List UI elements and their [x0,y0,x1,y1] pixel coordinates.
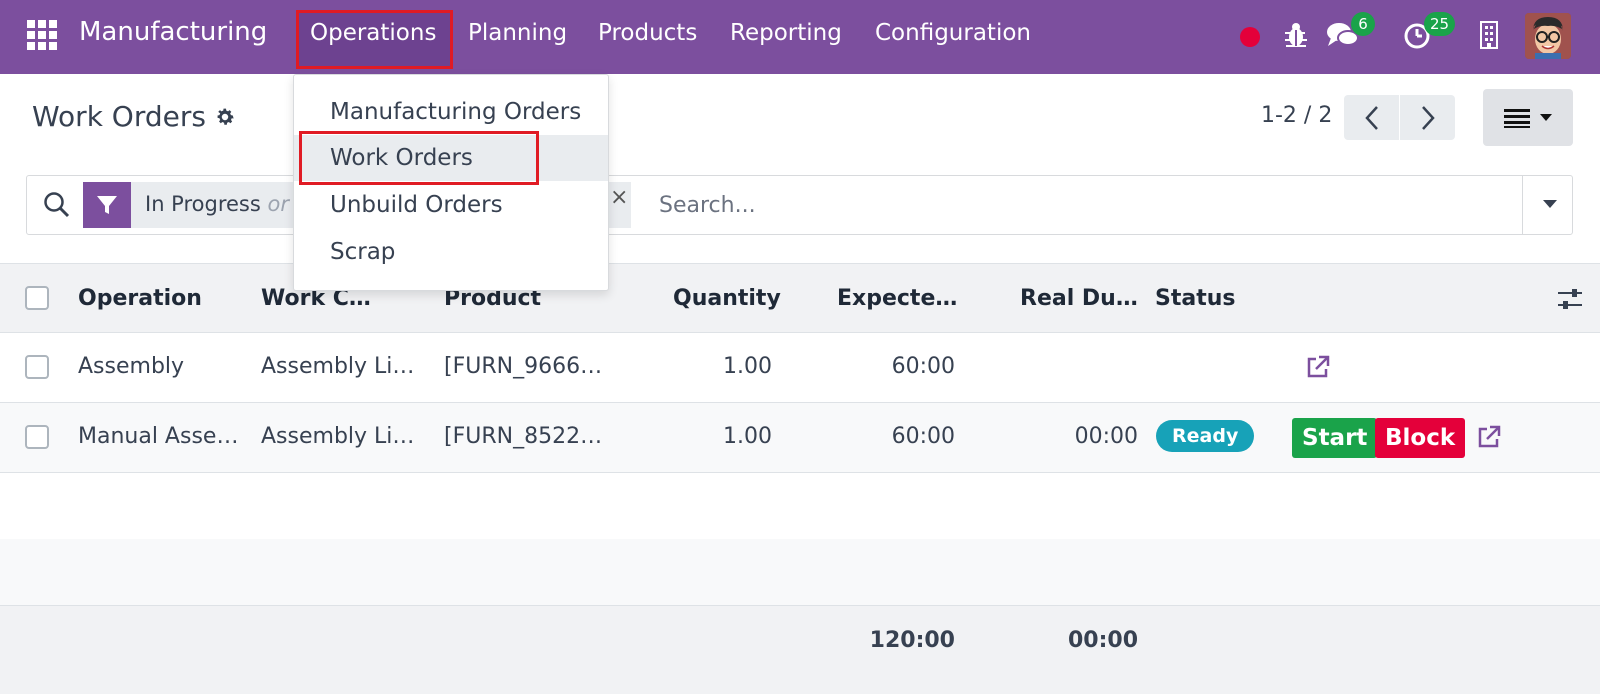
cell-work-center: Assembly Li… [261,354,415,379]
open-record-icon[interactable] [1476,424,1502,450]
app-name[interactable]: Manufacturing [79,17,267,47]
start-button[interactable]: Start [1292,418,1378,458]
total-expected-duration: 120:00 [869,628,955,653]
bug-icon[interactable] [1281,20,1311,50]
chat-count-badge: 6 [1351,12,1375,36]
filter-facet-or: or [267,192,289,216]
recording-indicator-icon[interactable] [1240,27,1260,47]
dropdown-item-unbuild-orders[interactable]: Unbuild Orders [294,182,608,228]
pager-next-button[interactable] [1400,95,1455,140]
cell-operation: Assembly [78,354,185,379]
empty-row [0,473,1600,543]
column-status[interactable]: Status [1155,286,1235,311]
top-navbar: Manufacturing Operations Planning Produc… [0,0,1600,74]
filter-facet-label: In Progress or [145,192,289,216]
table-footer-totals: 120:00 00:00 [0,605,1600,694]
row-checkbox[interactable] [25,355,49,379]
pager-value[interactable]: 1-2 / 2 [1261,103,1332,128]
cell-product: [FURN_9666… [444,354,603,379]
menu-planning[interactable]: Planning [468,20,567,46]
filter-facet-value: In Progress [145,192,261,216]
page-title[interactable]: Work Orders [32,100,206,133]
menu-reporting[interactable]: Reporting [730,20,842,46]
dropdown-item-manufacturing-orders[interactable]: Manufacturing Orders [294,89,608,135]
company-building-icon[interactable] [1478,20,1500,50]
row-checkbox[interactable] [25,425,49,449]
work-orders-list: Operation Work C… Product Quantity Expec… [0,263,1600,694]
menu-operations[interactable]: Operations [310,20,436,46]
cell-work-center: Assembly Li… [261,424,415,449]
search-options-toggle-icon[interactable] [1543,200,1557,208]
gear-icon[interactable] [214,106,236,128]
chevron-left-icon [1364,105,1378,130]
chevron-right-icon [1421,105,1435,130]
dropdown-item-scrap[interactable]: Scrap [294,229,608,275]
filter-icon [97,196,117,214]
search-divider [1522,176,1523,234]
search-bar: In Progress or × [26,175,1573,235]
cell-operation: Manual Asse… [78,424,239,449]
cell-quantity: 1.00 [723,354,772,379]
cell-expected-duration: 60:00 [891,424,955,449]
optional-columns-icon[interactable] [1557,286,1583,312]
status-badge: Ready [1156,420,1255,452]
filter-facet-icon-box [83,182,131,228]
open-record-icon[interactable] [1305,354,1331,380]
table-header: Operation Work C… Product Quantity Expec… [0,263,1600,333]
cell-quantity: 1.00 [723,424,772,449]
view-switcher-button[interactable] [1483,89,1573,146]
table-row[interactable]: Manual Asse… Assembly Li… [FURN_8522… 1.… [0,403,1600,473]
user-avatar[interactable] [1525,13,1571,59]
select-all-checkbox[interactable] [25,286,49,310]
table-row[interactable]: Assembly Assembly Li… [FURN_9666… 1.00 6… [0,333,1600,403]
list-view-icon [1504,108,1530,128]
column-operation[interactable]: Operation [78,286,202,311]
activity-count-badge: 25 [1424,12,1456,36]
remove-facet-icon[interactable]: × [610,185,628,210]
column-quantity[interactable]: Quantity [673,286,781,311]
apps-menu-icon[interactable] [27,20,57,50]
cell-product: [FURN_8522… [444,424,603,449]
menu-products[interactable]: Products [598,20,697,46]
column-real-duration[interactable]: Real Du… [1020,286,1138,311]
empty-row [0,539,1600,605]
column-expected-duration[interactable]: Expecte… [837,286,957,311]
search-input[interactable] [649,182,1539,228]
search-icon[interactable] [43,191,71,219]
block-button[interactable]: Block [1375,418,1466,458]
pager-previous-button[interactable] [1344,95,1399,140]
total-real-duration: 00:00 [1067,628,1138,653]
caret-down-icon [1540,113,1552,121]
cell-expected-duration: 60:00 [891,354,955,379]
menu-configuration[interactable]: Configuration [875,20,1031,46]
cell-real-duration: 00:00 [1074,424,1138,449]
work-orders-highlight [299,131,539,185]
